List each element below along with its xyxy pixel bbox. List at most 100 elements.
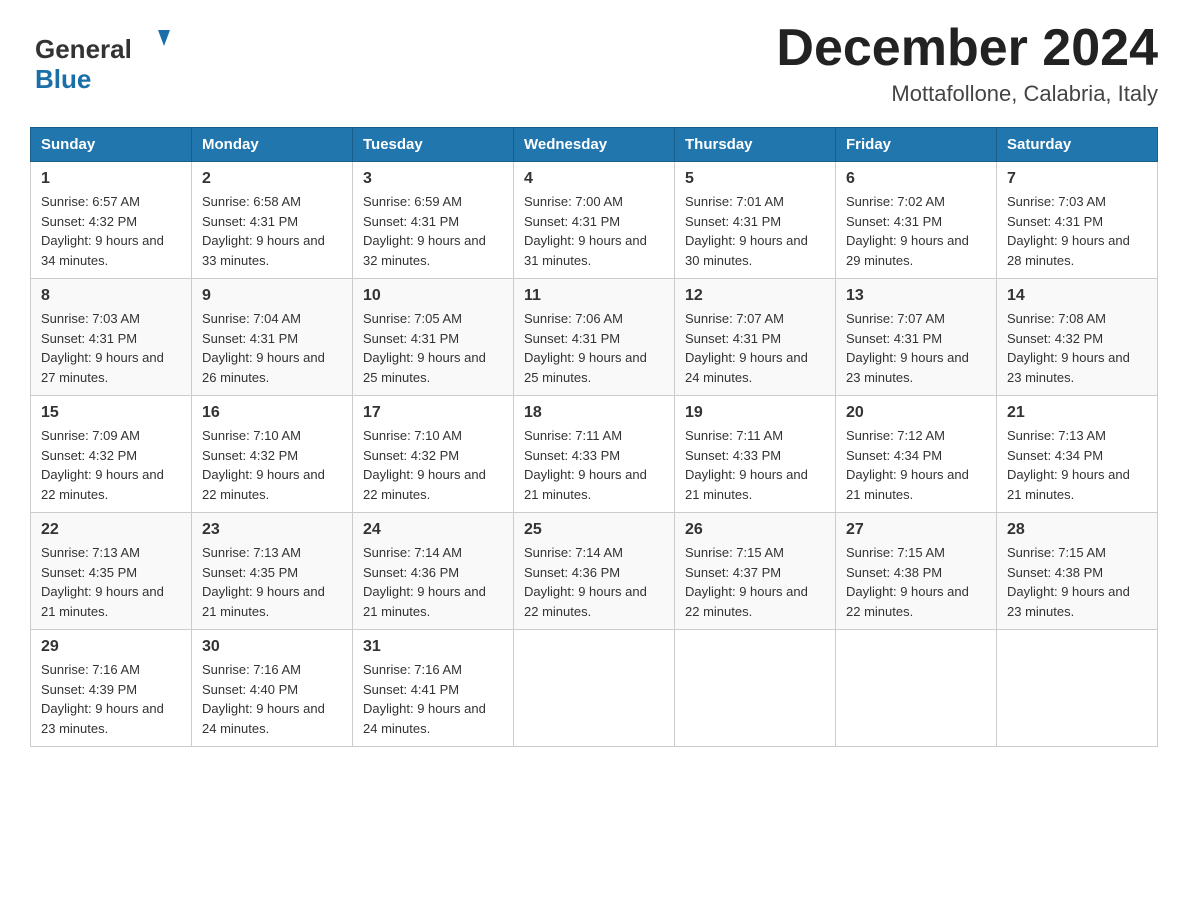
daylight-label: Daylight: 9 hours and 21 minutes. — [524, 467, 647, 502]
day-info: Sunrise: 7:16 AM Sunset: 4:40 PM Dayligh… — [202, 660, 342, 738]
sunset-label: Sunset: 4:34 PM — [1007, 448, 1103, 463]
daylight-label: Daylight: 9 hours and 32 minutes. — [363, 233, 486, 268]
day-number: 28 — [1007, 521, 1147, 539]
table-row: 31 Sunrise: 7:16 AM Sunset: 4:41 PM Dayl… — [353, 630, 514, 747]
sunset-label: Sunset: 4:31 PM — [846, 214, 942, 229]
daylight-label: Daylight: 9 hours and 27 minutes. — [41, 350, 164, 385]
sunset-label: Sunset: 4:35 PM — [41, 565, 137, 580]
sunset-label: Sunset: 4:33 PM — [685, 448, 781, 463]
sunrise-label: Sunrise: 7:15 AM — [846, 545, 945, 560]
table-row: 4 Sunrise: 7:00 AM Sunset: 4:31 PM Dayli… — [514, 162, 675, 279]
day-info: Sunrise: 7:15 AM Sunset: 4:37 PM Dayligh… — [685, 543, 825, 621]
day-info: Sunrise: 7:09 AM Sunset: 4:32 PM Dayligh… — [41, 426, 181, 504]
sunrise-label: Sunrise: 7:14 AM — [363, 545, 462, 560]
table-row: 20 Sunrise: 7:12 AM Sunset: 4:34 PM Dayl… — [836, 396, 997, 513]
table-row: 2 Sunrise: 6:58 AM Sunset: 4:31 PM Dayli… — [192, 162, 353, 279]
logo-svg: General Blue — [30, 20, 170, 95]
sunset-label: Sunset: 4:36 PM — [524, 565, 620, 580]
day-info: Sunrise: 7:07 AM Sunset: 4:31 PM Dayligh… — [685, 309, 825, 387]
sunrise-label: Sunrise: 7:15 AM — [685, 545, 784, 560]
table-row: 10 Sunrise: 7:05 AM Sunset: 4:31 PM Dayl… — [353, 279, 514, 396]
table-row: 3 Sunrise: 6:59 AM Sunset: 4:31 PM Dayli… — [353, 162, 514, 279]
daylight-label: Daylight: 9 hours and 23 minutes. — [1007, 584, 1130, 619]
calendar-week-row: 15 Sunrise: 7:09 AM Sunset: 4:32 PM Dayl… — [31, 396, 1158, 513]
day-info: Sunrise: 7:02 AM Sunset: 4:31 PM Dayligh… — [846, 192, 986, 270]
sunrise-label: Sunrise: 7:03 AM — [1007, 194, 1106, 209]
day-info: Sunrise: 7:11 AM Sunset: 4:33 PM Dayligh… — [524, 426, 664, 504]
day-info: Sunrise: 7:13 AM Sunset: 4:35 PM Dayligh… — [41, 543, 181, 621]
sunset-label: Sunset: 4:40 PM — [202, 682, 298, 697]
day-number: 30 — [202, 638, 342, 656]
table-row: 27 Sunrise: 7:15 AM Sunset: 4:38 PM Dayl… — [836, 513, 997, 630]
table-row — [997, 630, 1158, 747]
logo: General Blue — [30, 20, 170, 95]
day-info: Sunrise: 7:04 AM Sunset: 4:31 PM Dayligh… — [202, 309, 342, 387]
sunrise-label: Sunrise: 7:08 AM — [1007, 311, 1106, 326]
daylight-label: Daylight: 9 hours and 21 minutes. — [846, 467, 969, 502]
sunset-label: Sunset: 4:32 PM — [363, 448, 459, 463]
day-number: 15 — [41, 404, 181, 422]
day-number: 19 — [685, 404, 825, 422]
sunrise-label: Sunrise: 7:16 AM — [41, 662, 140, 677]
daylight-label: Daylight: 9 hours and 24 minutes. — [363, 701, 486, 736]
sunset-label: Sunset: 4:36 PM — [363, 565, 459, 580]
svg-text:Blue: Blue — [35, 64, 91, 94]
day-info: Sunrise: 7:03 AM Sunset: 4:31 PM Dayligh… — [41, 309, 181, 387]
daylight-label: Daylight: 9 hours and 34 minutes. — [41, 233, 164, 268]
day-number: 14 — [1007, 287, 1147, 305]
sunset-label: Sunset: 4:35 PM — [202, 565, 298, 580]
table-row: 25 Sunrise: 7:14 AM Sunset: 4:36 PM Dayl… — [514, 513, 675, 630]
sunset-label: Sunset: 4:32 PM — [202, 448, 298, 463]
sunset-label: Sunset: 4:31 PM — [524, 214, 620, 229]
sunrise-label: Sunrise: 7:07 AM — [846, 311, 945, 326]
day-number: 17 — [363, 404, 503, 422]
day-number: 8 — [41, 287, 181, 305]
sunrise-label: Sunrise: 6:59 AM — [363, 194, 462, 209]
sunrise-label: Sunrise: 7:13 AM — [202, 545, 301, 560]
day-number: 9 — [202, 287, 342, 305]
sunset-label: Sunset: 4:32 PM — [1007, 331, 1103, 346]
day-number: 27 — [846, 521, 986, 539]
sunset-label: Sunset: 4:31 PM — [524, 331, 620, 346]
day-info: Sunrise: 7:14 AM Sunset: 4:36 PM Dayligh… — [363, 543, 503, 621]
table-row: 15 Sunrise: 7:09 AM Sunset: 4:32 PM Dayl… — [31, 396, 192, 513]
day-info: Sunrise: 7:06 AM Sunset: 4:31 PM Dayligh… — [524, 309, 664, 387]
day-info: Sunrise: 7:13 AM Sunset: 4:35 PM Dayligh… — [202, 543, 342, 621]
day-number: 29 — [41, 638, 181, 656]
day-info: Sunrise: 7:08 AM Sunset: 4:32 PM Dayligh… — [1007, 309, 1147, 387]
table-row — [514, 630, 675, 747]
day-info: Sunrise: 7:03 AM Sunset: 4:31 PM Dayligh… — [1007, 192, 1147, 270]
daylight-label: Daylight: 9 hours and 31 minutes. — [524, 233, 647, 268]
day-info: Sunrise: 6:58 AM Sunset: 4:31 PM Dayligh… — [202, 192, 342, 270]
daylight-label: Daylight: 9 hours and 28 minutes. — [1007, 233, 1130, 268]
daylight-label: Daylight: 9 hours and 21 minutes. — [41, 584, 164, 619]
sunset-label: Sunset: 4:31 PM — [363, 331, 459, 346]
sunrise-label: Sunrise: 7:16 AM — [363, 662, 462, 677]
table-row: 12 Sunrise: 7:07 AM Sunset: 4:31 PM Dayl… — [675, 279, 836, 396]
daylight-label: Daylight: 9 hours and 23 minutes. — [41, 701, 164, 736]
sunrise-label: Sunrise: 7:14 AM — [524, 545, 623, 560]
day-number: 12 — [685, 287, 825, 305]
table-row: 5 Sunrise: 7:01 AM Sunset: 4:31 PM Dayli… — [675, 162, 836, 279]
sunrise-label: Sunrise: 6:57 AM — [41, 194, 140, 209]
sunrise-label: Sunrise: 7:02 AM — [846, 194, 945, 209]
daylight-label: Daylight: 9 hours and 22 minutes. — [846, 584, 969, 619]
day-info: Sunrise: 7:10 AM Sunset: 4:32 PM Dayligh… — [363, 426, 503, 504]
day-number: 2 — [202, 170, 342, 188]
calendar-week-row: 8 Sunrise: 7:03 AM Sunset: 4:31 PM Dayli… — [31, 279, 1158, 396]
sunrise-label: Sunrise: 7:04 AM — [202, 311, 301, 326]
header-monday: Monday — [192, 128, 353, 162]
sunrise-label: Sunrise: 7:01 AM — [685, 194, 784, 209]
table-row: 23 Sunrise: 7:13 AM Sunset: 4:35 PM Dayl… — [192, 513, 353, 630]
day-number: 16 — [202, 404, 342, 422]
day-info: Sunrise: 7:15 AM Sunset: 4:38 PM Dayligh… — [1007, 543, 1147, 621]
sunrise-label: Sunrise: 7:13 AM — [41, 545, 140, 560]
table-row: 30 Sunrise: 7:16 AM Sunset: 4:40 PM Dayl… — [192, 630, 353, 747]
day-number: 1 — [41, 170, 181, 188]
day-info: Sunrise: 7:15 AM Sunset: 4:38 PM Dayligh… — [846, 543, 986, 621]
day-number: 13 — [846, 287, 986, 305]
table-row: 17 Sunrise: 7:10 AM Sunset: 4:32 PM Dayl… — [353, 396, 514, 513]
daylight-label: Daylight: 9 hours and 25 minutes. — [363, 350, 486, 385]
sunset-label: Sunset: 4:31 PM — [41, 331, 137, 346]
table-row: 22 Sunrise: 7:13 AM Sunset: 4:35 PM Dayl… — [31, 513, 192, 630]
